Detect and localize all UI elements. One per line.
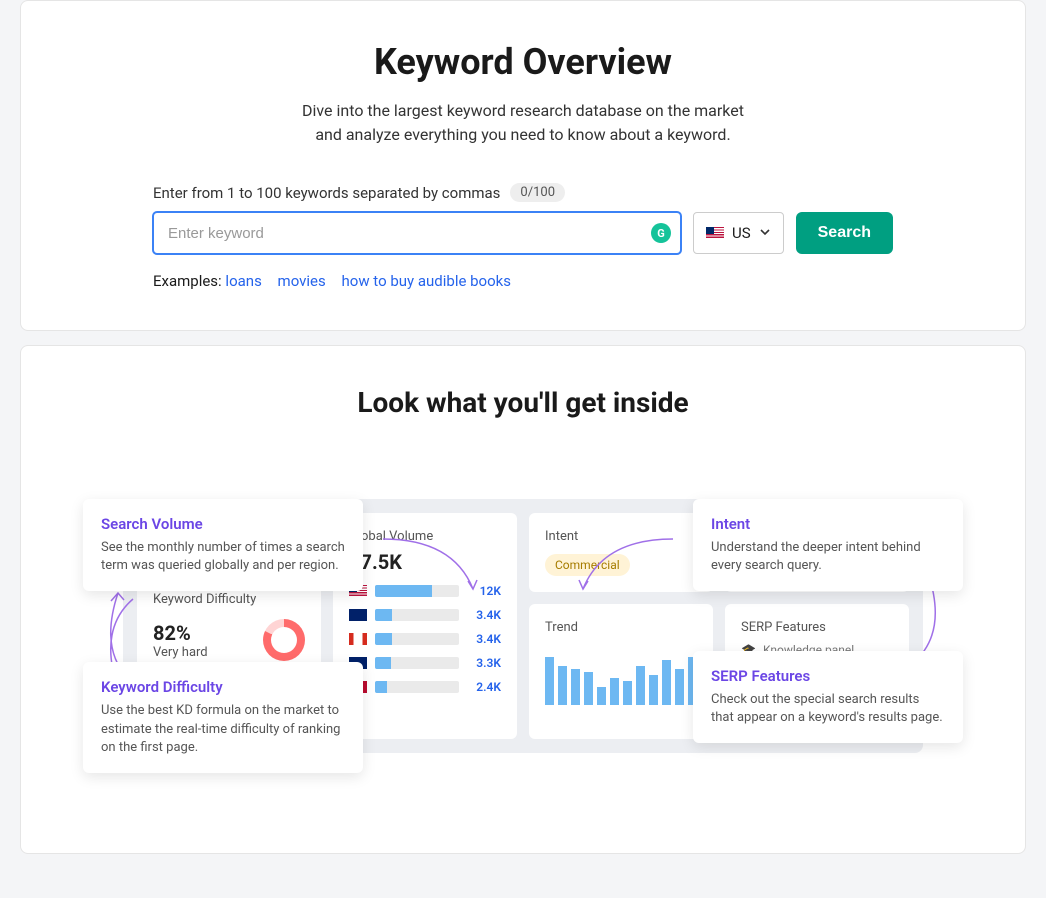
kd-label: Keyword Difficulty: [153, 592, 305, 607]
widget-label: SERP Features: [741, 620, 893, 635]
preview-area: Search Volume See the monthly number of …: [83, 499, 963, 753]
widget-intent: Intent Commercial: [529, 513, 713, 592]
volume-bar: [375, 609, 459, 621]
uk-flag-icon: [349, 609, 367, 621]
chevron-down-icon: [759, 224, 771, 242]
widget-label: Intent: [545, 529, 697, 544]
keyword-input[interactable]: [153, 212, 681, 254]
search-section: Enter from 1 to 100 keywords separated b…: [153, 183, 893, 290]
trend-bar: [649, 675, 658, 705]
global-volume-row: 3.3K: [349, 656, 501, 670]
kd-text: Very hard: [153, 645, 208, 660]
widget-label: Trend: [545, 620, 697, 635]
callout-title: Intent: [711, 515, 945, 533]
volume-bar: [375, 633, 459, 645]
callout-search-volume: Search Volume See the monthly number of …: [83, 499, 363, 591]
global-volume-row: 3.4K: [349, 608, 501, 622]
callout-intent: Intent Understand the deeper intent behi…: [693, 499, 963, 591]
example-link[interactable]: movies: [278, 272, 326, 290]
trend-bar: [662, 660, 671, 705]
ca-flag-icon: [349, 633, 367, 645]
global-volume-row: 12K: [349, 584, 501, 598]
trend-bar: [675, 669, 684, 705]
keyword-counter: 0/100: [510, 183, 565, 202]
global-volume-row: 2.4K: [349, 680, 501, 694]
trend-bar: [571, 669, 580, 705]
volume-bar: [375, 657, 459, 669]
volume-bar: [375, 585, 459, 597]
donut-chart-icon: [263, 619, 305, 661]
intent-badge: Commercial: [545, 554, 630, 576]
trend-bar: [597, 687, 606, 705]
volume-bar-value: 3.4K: [467, 608, 501, 622]
country-label: US: [732, 224, 751, 242]
volume-bar-value: 2.4K: [467, 680, 501, 694]
callout-serp-features: SERP Features Check out the special sear…: [693, 651, 963, 743]
callout-desc: Understand the deeper intent behind ever…: [711, 539, 945, 575]
us-flag-icon: [706, 227, 724, 239]
callout-title: Search Volume: [101, 515, 345, 533]
callout-desc: See the monthly number of times a search…: [101, 539, 345, 575]
example-link[interactable]: how to buy audible books: [342, 272, 512, 290]
subtitle-line-2: and analyze everything you need to know …: [51, 123, 995, 147]
volume-bar-value: 3.4K: [467, 632, 501, 646]
trend-bar: [610, 678, 619, 705]
callout-keyword-difficulty: Keyword Difficulty Use the best KD formu…: [83, 662, 363, 773]
volume-bar: [375, 681, 459, 693]
callout-desc: Check out the special search results tha…: [711, 691, 945, 727]
kd-value: 82%: [153, 621, 208, 645]
trend-bar: [545, 657, 554, 705]
examples-row: Examples: loans movies how to buy audibl…: [153, 272, 893, 290]
hero-card: Keyword Overview Dive into the largest k…: [20, 0, 1026, 331]
inside-heading: Look what you'll get inside: [51, 386, 995, 419]
callout-desc: Use the best KD formula on the market to…: [101, 702, 345, 757]
volume-bar-value: 12K: [467, 584, 501, 598]
grammarly-icon: G: [651, 223, 671, 243]
page-title: Keyword Overview: [51, 41, 995, 83]
search-button[interactable]: Search: [796, 212, 893, 254]
example-link[interactable]: loans: [225, 272, 261, 290]
examples-label: Examples:: [153, 272, 222, 290]
trend-bar: [558, 666, 567, 705]
trend-bar: [623, 681, 632, 705]
country-select[interactable]: US: [693, 212, 784, 254]
inside-card: Look what you'll get inside Search Volum…: [20, 345, 1026, 854]
callout-title: SERP Features: [711, 667, 945, 685]
global-value: 17.5K: [349, 550, 501, 574]
widget-trend: Trend: [529, 604, 713, 739]
widget-label: Global Volume: [349, 529, 501, 544]
trend-bar: [584, 672, 593, 705]
trend-bar: [636, 666, 645, 705]
callout-title: Keyword Difficulty: [101, 678, 345, 696]
global-volume-row: 3.4K: [349, 632, 501, 646]
volume-bar-value: 3.3K: [467, 656, 501, 670]
keyword-hint: Enter from 1 to 100 keywords separated b…: [153, 184, 500, 202]
subtitle-line-1: Dive into the largest keyword research d…: [51, 99, 995, 123]
